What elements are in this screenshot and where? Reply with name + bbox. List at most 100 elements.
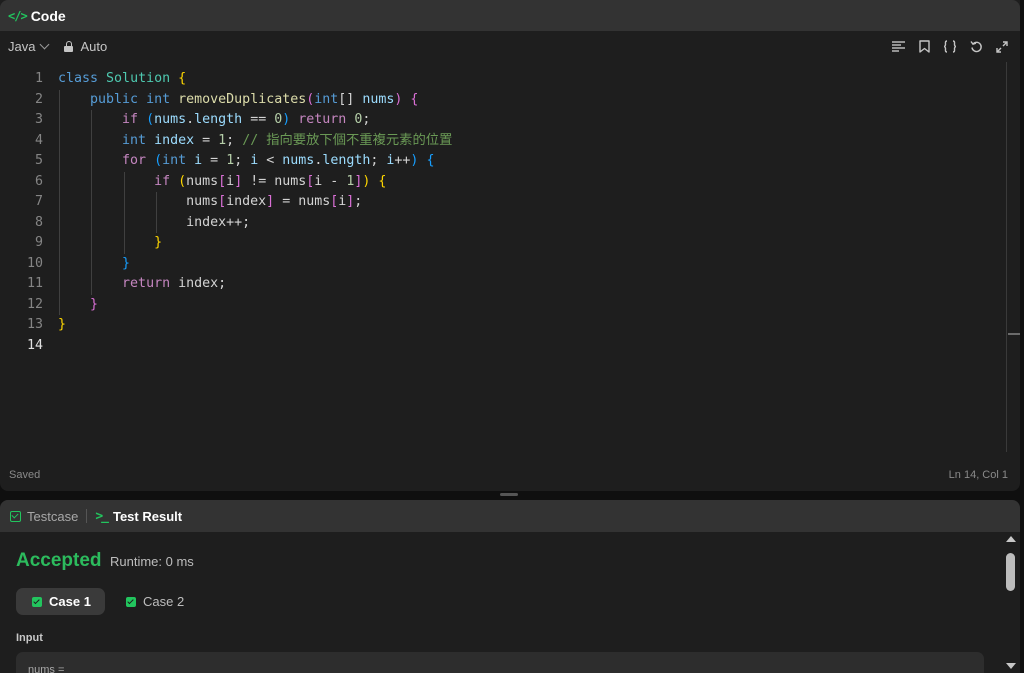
code-token: int — [314, 91, 339, 107]
case-1-button[interactable]: Case 1 — [16, 588, 105, 615]
code-line: 11 return index; — [0, 274, 1000, 295]
code-token: ; — [226, 132, 243, 148]
code-line: 12 } — [0, 295, 1000, 316]
code-text: int index = 1; // 指向要放下個不重複元素的位置 — [58, 131, 452, 152]
line-number: 2 — [34, 91, 43, 107]
tab-testcase-label: Testcase — [27, 508, 79, 524]
code-token: < — [258, 153, 283, 168]
tab-testcase[interactable]: Testcase — [10, 509, 78, 524]
line-number: 3 — [34, 112, 43, 127]
terminal-icon: >_ — [95, 508, 109, 524]
code-token: ; — [234, 153, 251, 168]
code-token: { — [410, 91, 419, 107]
code-line: 10 } — [0, 254, 1000, 275]
code-token: for — [122, 153, 147, 168]
code-line: 8 index++; — [0, 213, 1000, 234]
line-number: 4 — [34, 132, 43, 148]
line-number: 11 — [26, 276, 43, 291]
code-line: 6 if (nums[i] != nums[i - 1]) { — [0, 172, 1000, 193]
line-number: 8 — [34, 214, 43, 230]
code-token: [] — [338, 91, 363, 107]
language-label: Java — [8, 39, 36, 54]
check-icon — [126, 596, 136, 607]
code-line: 9 } — [0, 233, 1000, 254]
scroll-up-icon[interactable] — [1006, 536, 1016, 542]
code-token: Solution — [106, 71, 171, 86]
runtime-text: Runtime: 0 ms — [110, 554, 194, 569]
line-number: 5 — [34, 153, 43, 168]
bookmark-icon[interactable] — [916, 39, 932, 55]
code-token: } — [58, 317, 67, 332]
code-token: ( — [154, 153, 163, 168]
tab-test-result[interactable]: >_ Test Result — [95, 509, 182, 524]
code-token: length — [194, 112, 243, 127]
line-number: 10 — [26, 255, 43, 271]
code-token: ] — [266, 194, 275, 209]
checkbox-icon — [10, 510, 21, 522]
code-token: int — [122, 132, 147, 148]
code-token: { — [378, 173, 387, 189]
code-text: return index; — [58, 274, 226, 295]
code-token: [ — [218, 194, 227, 209]
cursor-position: Ln 14, Col 1 — [948, 469, 1008, 481]
chevron-down-icon — [40, 39, 50, 50]
auto-mode-toggle[interactable]: Auto — [64, 39, 107, 54]
braces-icon[interactable] — [942, 39, 958, 55]
code-token: [ — [218, 173, 227, 189]
scroll-thumb[interactable] — [1006, 553, 1015, 591]
code-token: int — [146, 91, 171, 107]
language-select[interactable]: Java — [8, 39, 50, 54]
code-token: return — [298, 112, 347, 127]
input-param-name: nums = — [28, 664, 65, 673]
code-panel-header: </> Code — [0, 0, 1020, 31]
code-token: = — [202, 153, 227, 168]
code-token: length — [322, 153, 371, 168]
code-token: public — [90, 91, 139, 107]
case-2-button[interactable]: Case 2 — [110, 588, 198, 615]
code-text: } — [58, 295, 98, 316]
code-token: . — [186, 112, 195, 127]
code-token: ( — [178, 173, 187, 189]
scroll-down-icon[interactable] — [1006, 663, 1016, 669]
code-text: } — [58, 254, 130, 275]
code-editor[interactable]: 1 class Solution {2 public int removeDupl… — [0, 62, 1008, 457]
result-scrollbar[interactable] — [1004, 532, 1018, 673]
code-token: nums — [274, 173, 307, 189]
editor-scrollbar[interactable] — [1006, 62, 1007, 452]
result-body: Accepted Runtime: 0 ms Case 1 Case 2 Inp… — [0, 532, 1020, 673]
code-line: 7 nums[index] = nums[i]; — [0, 192, 1000, 213]
input-box: nums = — [16, 652, 984, 673]
editor-actions — [890, 31, 1010, 62]
auto-mode-label: Auto — [80, 39, 108, 54]
reset-icon[interactable] — [968, 39, 984, 55]
code-token: return — [122, 276, 171, 291]
code-text: index++; — [58, 213, 250, 234]
code-token: nums — [298, 194, 331, 209]
case-1-label: Case 1 — [49, 594, 91, 609]
code-token: ; — [354, 194, 363, 209]
panel-resize-handle[interactable] — [500, 493, 518, 496]
code-token: class — [58, 71, 99, 86]
code-token: i — [194, 153, 203, 168]
tab-divider — [86, 509, 88, 523]
code-line: 3 if (nums.length == 0) return 0; — [0, 110, 1000, 131]
format-icon[interactable] — [890, 39, 906, 55]
code-text: public int removeDuplicates(int[] nums) … — [58, 90, 418, 111]
indent-guide — [59, 89, 60, 315]
expand-icon[interactable] — [994, 39, 1010, 55]
result-tabs: Testcase >_ Test Result — [0, 500, 1020, 532]
